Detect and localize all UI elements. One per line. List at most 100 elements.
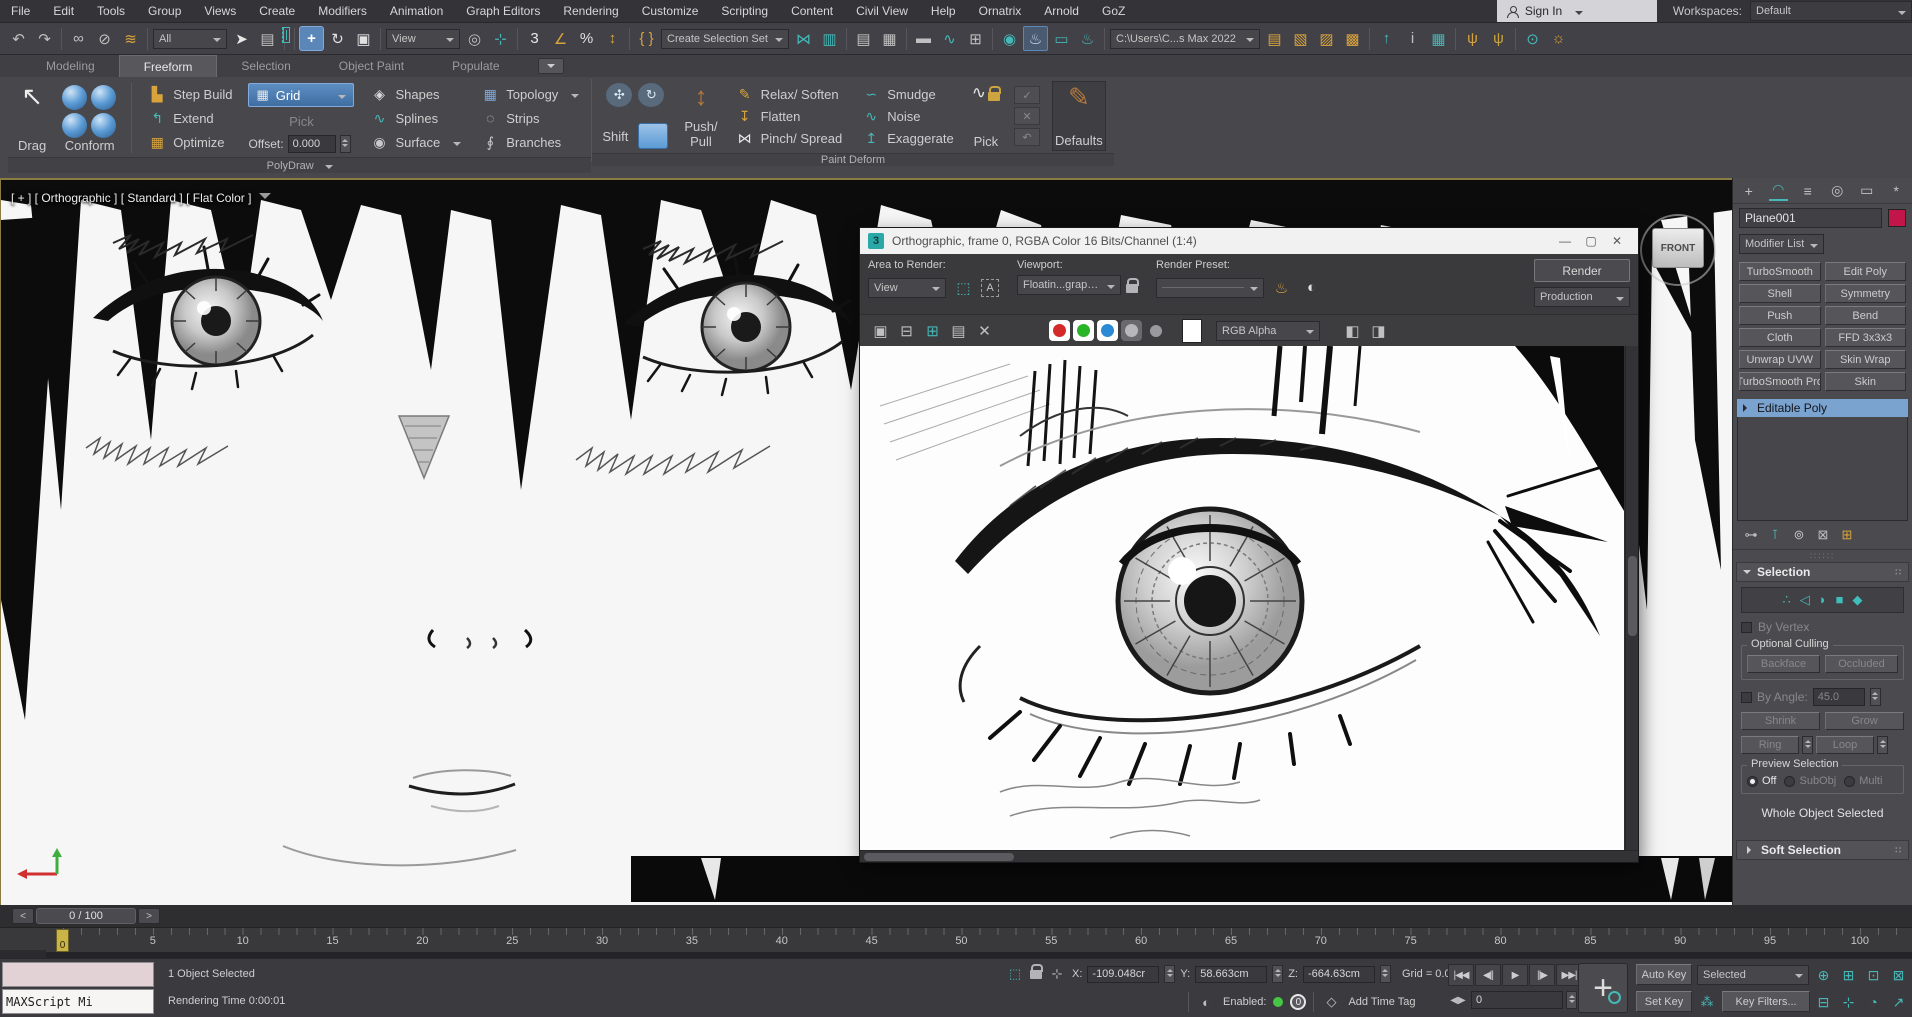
backface-button[interactable]: Backface	[1747, 655, 1820, 673]
isolate-selection-icon[interactable]: ⬚	[1005, 965, 1025, 983]
optimize-button[interactable]: ▦Optimize	[144, 131, 236, 153]
named-selection-sets-icon[interactable]: { }	[634, 26, 659, 51]
sun-positioner-icon[interactable]: ☼	[1546, 26, 1571, 51]
compare-swipe-icon[interactable]: ◨	[1366, 318, 1391, 343]
time-slider[interactable]: 0 / 100	[36, 908, 136, 924]
viewcube[interactable]: FRONT	[1644, 220, 1714, 282]
cancel-button[interactable]: ✕	[1014, 107, 1040, 125]
offset-spinner[interactable]	[340, 135, 351, 153]
object-color-swatch[interactable]	[1888, 209, 1906, 227]
grow-button[interactable]: Grow	[1825, 712, 1904, 730]
copy-image-icon[interactable]: ⊞	[920, 318, 945, 343]
track-bar[interactable]: 0510152025303540455055606570758085909510…	[0, 927, 1912, 952]
color-swatch[interactable]	[1182, 319, 1202, 343]
hair-guides-icon[interactable]: ψ	[1460, 26, 1485, 51]
render-preset-select[interactable]	[1156, 278, 1264, 298]
render-setup-teapot-icon[interactable]: ♨	[1269, 275, 1294, 300]
container-save-icon[interactable]: ▨	[1314, 26, 1339, 51]
select-and-scale-icon[interactable]: ▣	[351, 26, 376, 51]
modifier-button[interactable]: TurboSmooth Pro	[1739, 372, 1821, 391]
render-mode-select[interactable]: Production	[1534, 287, 1630, 307]
zoom-extents-icon[interactable]: ⊡	[1862, 964, 1885, 986]
modifier-button[interactable]: Unwrap UVW	[1739, 350, 1821, 369]
y-spinner[interactable]	[1272, 965, 1283, 983]
relax-soften-button[interactable]: ✎Relax/ Soften	[732, 83, 847, 105]
civil-view-icon[interactable]: ⊙	[1520, 26, 1545, 51]
menu-item[interactable]: Graph Editors	[455, 0, 551, 22]
select-and-move-icon[interactable]: +	[299, 26, 324, 51]
horizontal-scrollbar[interactable]	[860, 850, 1638, 862]
zoom-icon[interactable]: ⊕	[1812, 964, 1835, 986]
use-pivot-point-icon[interactable]: ◎	[462, 26, 487, 51]
step-build-button[interactable]: ▙Step Build	[144, 83, 236, 105]
bind-to-space-warp-icon[interactable]: ≋	[118, 26, 143, 51]
object-name-field[interactable]: Plane001	[1739, 208, 1882, 228]
modifier-button[interactable]: Cloth	[1739, 328, 1821, 347]
remove-modifier-icon[interactable]: ⊠	[1813, 526, 1833, 544]
zoom-all-icon[interactable]: ⊞	[1837, 964, 1860, 986]
by-angle-checkbox[interactable]	[1741, 692, 1752, 703]
render-setup-icon[interactable]: ♨	[1023, 26, 1048, 51]
key-filters-button[interactable]: Key Filters...	[1722, 991, 1810, 1012]
preview-subobj-radio[interactable]: SubObj	[1784, 775, 1836, 787]
border-icon[interactable]: ◗	[1819, 592, 1827, 608]
select-and-link-icon[interactable]: ∞	[66, 26, 91, 51]
container-link-icon[interactable]: ▩	[1340, 26, 1365, 51]
ring-spinner[interactable]	[1802, 736, 1813, 754]
redo-icon[interactable]: ↷	[32, 26, 57, 51]
menu-item[interactable]: Views	[193, 0, 247, 22]
edit-region-icon[interactable]: ⬚	[951, 275, 976, 300]
menu-item[interactable]: Create	[248, 0, 306, 22]
red-channel-icon[interactable]	[1049, 320, 1070, 341]
delete-image-icon[interactable]: ✕	[972, 318, 997, 343]
previous-frame-button[interactable]: <	[12, 908, 34, 924]
layered-image-icon[interactable]: ◧	[1340, 318, 1365, 343]
noise-button[interactable]: ∿Noise	[858, 105, 958, 127]
modifier-button[interactable]: TurboSmooth	[1739, 262, 1821, 281]
next-frame-icon[interactable]: ||▶	[1529, 964, 1555, 986]
z-coordinate-field[interactable]: -664.63cm	[1303, 966, 1375, 983]
menu-item[interactable]: Arnold	[1033, 0, 1090, 22]
polydraw-panel-label[interactable]: PolyDraw	[8, 157, 591, 173]
monochrome-icon[interactable]	[1145, 320, 1166, 341]
ribbon-minimize-icon[interactable]	[538, 58, 564, 74]
select-and-rotate-icon[interactable]: ↻	[325, 26, 350, 51]
modifier-button[interactable]: Skin	[1825, 372, 1907, 391]
percent-snap-icon[interactable]: %	[574, 26, 599, 51]
material-editor-icon[interactable]: ◉	[997, 26, 1022, 51]
populate-settings-icon[interactable]: i	[1400, 26, 1425, 51]
close-icon[interactable]: ✕	[1604, 231, 1630, 251]
z-spinner[interactable]	[1380, 965, 1391, 983]
orbit-icon[interactable]: ◔	[1862, 991, 1885, 1013]
shapes-button[interactable]: ◈Shapes	[366, 83, 465, 105]
expand-icon[interactable]	[1743, 404, 1751, 412]
select-object-icon[interactable]: ➤	[229, 26, 254, 51]
extend-button[interactable]: ↰Extend	[144, 107, 236, 129]
auto-key-button[interactable]: Auto Key	[1636, 964, 1692, 985]
undo-icon[interactable]: ↶	[6, 26, 31, 51]
angle-snap-icon[interactable]: ∠	[548, 26, 573, 51]
auto-region-icon[interactable]: A	[981, 279, 999, 297]
spinner-snap-icon[interactable]: ↕	[600, 26, 625, 51]
by-angle-field[interactable]: 45.0	[1813, 688, 1865, 706]
branches-button[interactable]: ∮Branches	[477, 131, 583, 153]
x-coordinate-field[interactable]: -109.048cr	[1087, 966, 1159, 983]
stack-item-editable-poly[interactable]: Editable Poly	[1737, 399, 1908, 417]
viewport-label[interactable]: [ + ] [ Orthographic ] [ Standard ] [ Fl…	[11, 190, 271, 205]
viewport-select[interactable]: Floatin...graphic	[1017, 275, 1121, 295]
frame-spinner[interactable]	[1566, 991, 1577, 1009]
menu-item[interactable]: File	[0, 0, 41, 22]
shift-button[interactable]: ✣ ↻ Shift	[600, 81, 670, 151]
menu-item[interactable]: Rendering	[552, 0, 629, 22]
rfw-title-bar[interactable]: 3 Orthographic, frame 0, RGBA Color 16 B…	[860, 228, 1638, 254]
menu-item[interactable]: Modifiers	[307, 0, 378, 22]
go-to-start-icon[interactable]: |◀◀	[1448, 964, 1474, 986]
key-paw-icon[interactable]: ⁂	[1697, 993, 1717, 1011]
zoom-extents-all-icon[interactable]: ⊠	[1887, 964, 1910, 986]
maximize-viewport-icon[interactable]: ↗	[1887, 991, 1910, 1013]
selection-rollout-header[interactable]: Selection ∷	[1736, 562, 1909, 582]
modifier-button[interactable]: Push	[1739, 306, 1821, 325]
ribbon-tab[interactable]: Freeform	[119, 55, 218, 77]
grid-mode-button[interactable]: ▦ Grid	[248, 83, 354, 107]
ribbon-tab[interactable]: Selection	[217, 55, 314, 77]
